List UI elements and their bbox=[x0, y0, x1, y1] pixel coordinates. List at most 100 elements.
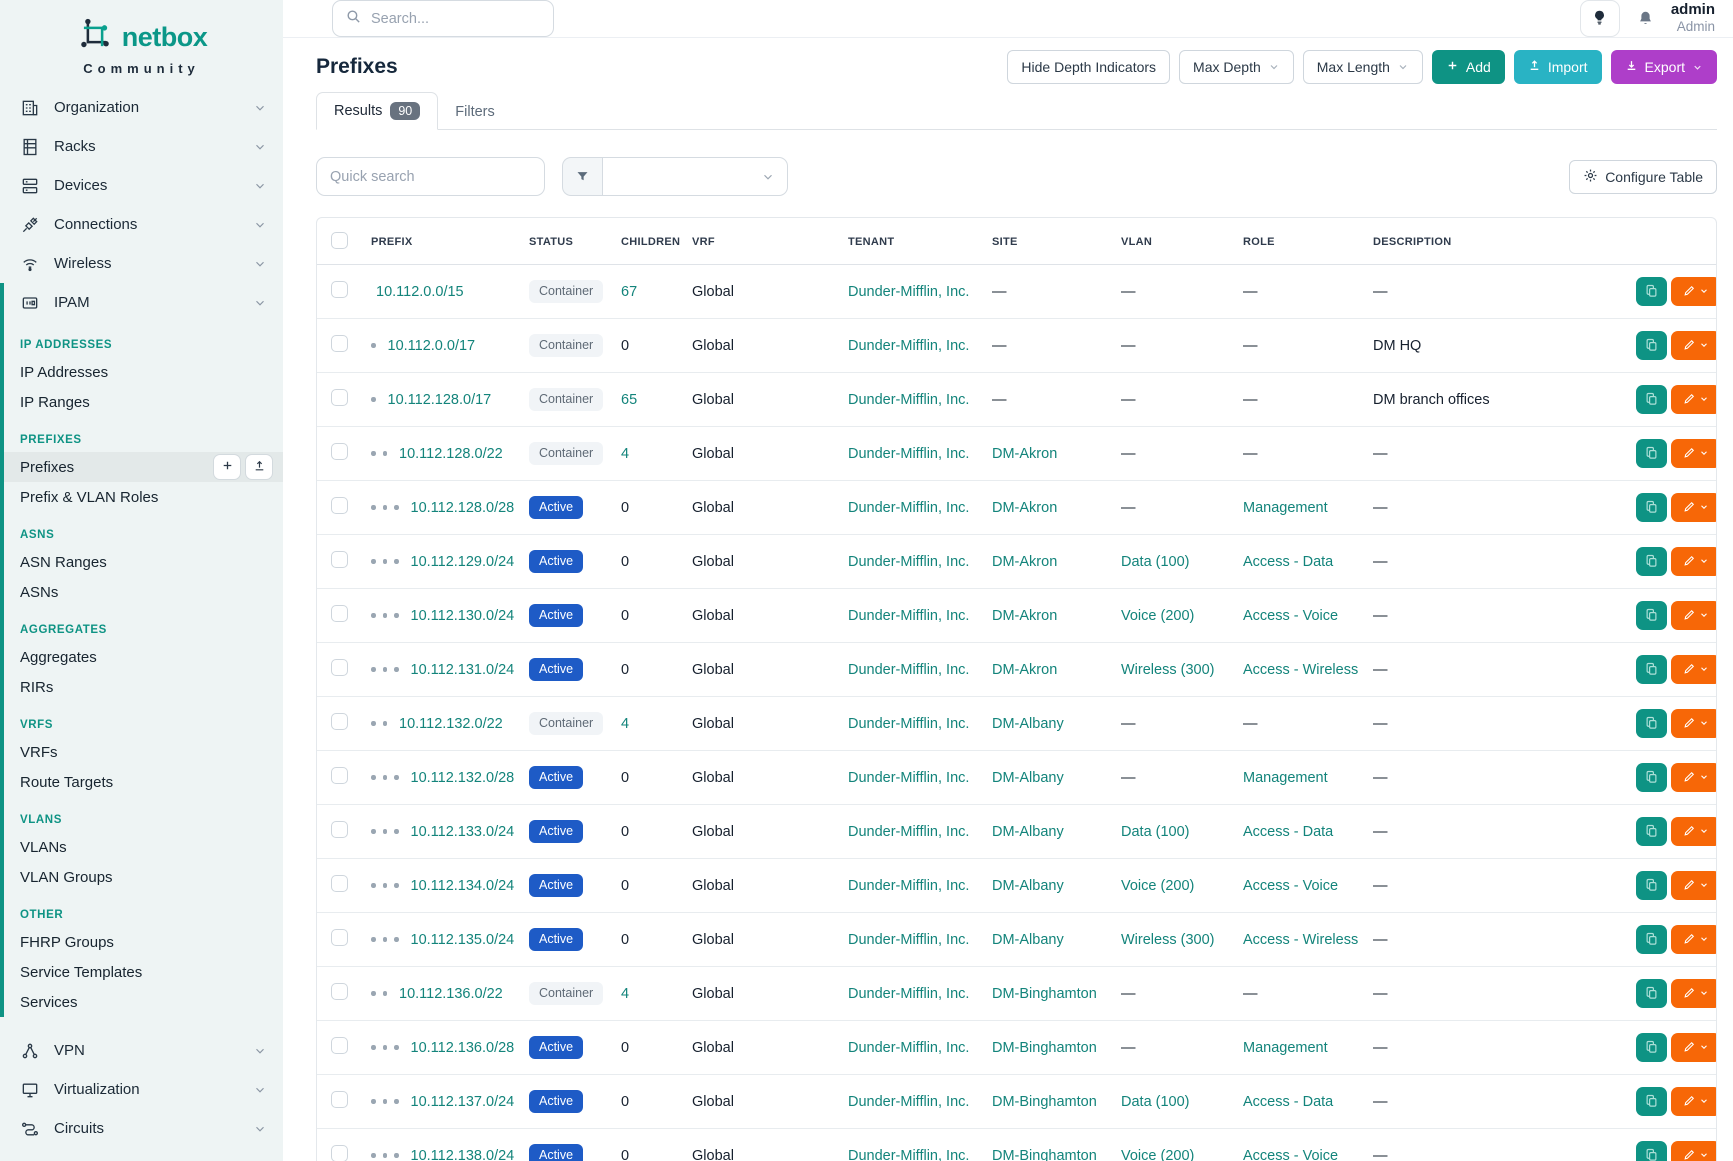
row-checkbox[interactable] bbox=[331, 821, 348, 838]
prefix-link[interactable]: 10.112.134.0/24 bbox=[411, 878, 515, 894]
prefix-link[interactable]: 10.112.128.0/17 bbox=[388, 392, 492, 408]
prefix-link[interactable]: 10.112.135.0/24 bbox=[411, 932, 515, 948]
prefix-link[interactable]: 10.112.132.0/22 bbox=[399, 716, 503, 732]
role-link[interactable]: Access - Voice bbox=[1243, 608, 1338, 624]
vlan-link[interactable]: Wireless (300) bbox=[1121, 932, 1214, 948]
sidebar-item-service-templates[interactable]: Service Templates bbox=[4, 957, 283, 987]
prefix-link[interactable]: 10.112.128.0/28 bbox=[411, 500, 515, 516]
user-menu[interactable]: admin Admin bbox=[1671, 1, 1715, 37]
sidebar-item-ipam[interactable]: IPAM bbox=[4, 283, 283, 322]
sidebar-item-vpn[interactable]: VPN bbox=[0, 1031, 283, 1070]
vlan-link[interactable]: Data (100) bbox=[1121, 824, 1190, 840]
clone-prefix-button[interactable] bbox=[1636, 1033, 1667, 1062]
sidebar-item-prefix-vlan-roles[interactable]: Prefix & VLAN Roles bbox=[4, 482, 283, 512]
edit-prefix-dropdown-button[interactable] bbox=[1671, 763, 1716, 792]
column-header-prefix[interactable]: PREFIX bbox=[361, 218, 519, 265]
site-link[interactable]: DM-Binghamton bbox=[992, 1094, 1097, 1110]
column-header-tenant[interactable]: TENANT bbox=[838, 218, 982, 265]
max-length-dropdown[interactable]: Max Length bbox=[1303, 50, 1423, 84]
row-checkbox[interactable] bbox=[331, 983, 348, 1000]
column-header-description[interactable]: DESCRIPTION bbox=[1363, 218, 1626, 265]
row-checkbox[interactable] bbox=[331, 767, 348, 784]
upload-button[interactable] bbox=[245, 454, 273, 480]
vlan-link[interactable]: Wireless (300) bbox=[1121, 662, 1214, 678]
global-search[interactable] bbox=[332, 0, 554, 37]
tenant-link[interactable]: Dunder-Mifflin, Inc. bbox=[848, 932, 969, 948]
sidebar-item-fhrp-groups[interactable]: FHRP Groups bbox=[4, 927, 283, 957]
vlan-link[interactable]: Voice (200) bbox=[1121, 878, 1194, 894]
sidebar-item-asn-ranges[interactable]: ASN Ranges bbox=[4, 547, 283, 577]
site-link[interactable]: DM-Akron bbox=[992, 446, 1057, 462]
prefix-link[interactable]: 10.112.133.0/24 bbox=[411, 824, 515, 840]
prefix-link[interactable]: 10.112.132.0/28 bbox=[411, 770, 515, 786]
sidebar-item-wireless[interactable]: Wireless bbox=[0, 244, 283, 283]
row-checkbox[interactable] bbox=[331, 929, 348, 946]
children-count-link[interactable]: 4 bbox=[621, 716, 629, 732]
sidebar-item-virtualization[interactable]: Virtualization bbox=[0, 1070, 283, 1109]
sidebar-item-ip-ranges[interactable]: IP Ranges bbox=[4, 387, 283, 417]
sidebar-item-racks[interactable]: Racks bbox=[0, 127, 283, 166]
filter-select-box[interactable] bbox=[602, 157, 788, 196]
site-link[interactable]: DM-Akron bbox=[992, 608, 1057, 624]
netbox-logo[interactable]: netbox Community bbox=[0, 0, 283, 88]
sidebar-item-route-targets[interactable]: Route Targets bbox=[4, 767, 283, 797]
tenant-link[interactable]: Dunder-Mifflin, Inc. bbox=[848, 608, 969, 624]
edit-prefix-dropdown-button[interactable] bbox=[1671, 817, 1716, 846]
sidebar-item-vlans[interactable]: VLANs bbox=[4, 832, 283, 862]
sidebar-item-services[interactable]: Services bbox=[4, 987, 283, 1017]
clone-prefix-button[interactable] bbox=[1636, 277, 1667, 306]
edit-prefix-dropdown-button[interactable] bbox=[1671, 1033, 1716, 1062]
column-header-vlan[interactable]: VLAN bbox=[1111, 218, 1233, 265]
clone-prefix-button[interactable] bbox=[1636, 1087, 1667, 1116]
clone-prefix-button[interactable] bbox=[1636, 871, 1667, 900]
clone-prefix-button[interactable] bbox=[1636, 439, 1667, 468]
edit-prefix-dropdown-button[interactable] bbox=[1671, 277, 1716, 306]
clone-prefix-button[interactable] bbox=[1636, 709, 1667, 738]
row-checkbox[interactable] bbox=[331, 875, 348, 892]
site-link[interactable]: DM-Binghamton bbox=[992, 986, 1097, 1002]
select-all-checkbox[interactable] bbox=[331, 232, 348, 249]
sidebar-item-aggregates[interactable]: Aggregates bbox=[4, 642, 283, 672]
site-link[interactable]: DM-Binghamton bbox=[992, 1148, 1097, 1161]
sidebar-item-prefixes[interactable]: Prefixes bbox=[4, 452, 283, 482]
tenant-link[interactable]: Dunder-Mifflin, Inc. bbox=[848, 338, 969, 354]
quick-search-input[interactable] bbox=[316, 157, 545, 196]
role-link[interactable]: Access - Voice bbox=[1243, 878, 1338, 894]
role-link[interactable]: Access - Wireless bbox=[1243, 932, 1358, 948]
notifications-bell-icon[interactable] bbox=[1636, 9, 1655, 28]
max-depth-dropdown[interactable]: Max Depth bbox=[1179, 50, 1294, 84]
tenant-link[interactable]: Dunder-Mifflin, Inc. bbox=[848, 1094, 969, 1110]
clone-prefix-button[interactable] bbox=[1636, 331, 1667, 360]
tenant-link[interactable]: Dunder-Mifflin, Inc. bbox=[848, 878, 969, 894]
role-link[interactable]: Management bbox=[1243, 770, 1328, 786]
role-link[interactable]: Access - Data bbox=[1243, 824, 1333, 840]
saved-filter-select[interactable] bbox=[562, 157, 788, 196]
tab-results[interactable]: Results 90 bbox=[316, 92, 438, 130]
tenant-link[interactable]: Dunder-Mifflin, Inc. bbox=[848, 986, 969, 1002]
column-header-vrf[interactable]: VRF bbox=[682, 218, 838, 265]
sidebar-item-organization[interactable]: Organization bbox=[0, 88, 283, 127]
prefix-link[interactable]: 10.112.130.0/24 bbox=[411, 608, 515, 624]
site-link[interactable]: DM-Akron bbox=[992, 500, 1057, 516]
row-checkbox[interactable] bbox=[331, 389, 348, 406]
tenant-link[interactable]: Dunder-Mifflin, Inc. bbox=[848, 716, 969, 732]
clone-prefix-button[interactable] bbox=[1636, 385, 1667, 414]
column-header-site[interactable]: SITE bbox=[982, 218, 1111, 265]
edit-prefix-dropdown-button[interactable] bbox=[1671, 979, 1716, 1008]
vlan-link[interactable]: Data (100) bbox=[1121, 1094, 1190, 1110]
row-checkbox[interactable] bbox=[331, 1145, 348, 1161]
clone-prefix-button[interactable] bbox=[1636, 1141, 1667, 1161]
children-count-link[interactable]: 4 bbox=[621, 986, 629, 1002]
clone-prefix-button[interactable] bbox=[1636, 655, 1667, 684]
children-count-link[interactable]: 4 bbox=[621, 446, 629, 462]
prefix-link[interactable]: 10.112.0.0/15 bbox=[376, 284, 464, 300]
sidebar-item-devices[interactable]: Devices bbox=[0, 166, 283, 205]
site-link[interactable]: DM-Albany bbox=[992, 824, 1064, 840]
edit-prefix-dropdown-button[interactable] bbox=[1671, 547, 1716, 576]
site-link[interactable]: DM-Albany bbox=[992, 878, 1064, 894]
row-checkbox[interactable] bbox=[331, 497, 348, 514]
role-link[interactable]: Access - Data bbox=[1243, 554, 1333, 570]
sidebar-item-vlan-groups[interactable]: VLAN Groups bbox=[4, 862, 283, 892]
edit-prefix-dropdown-button[interactable] bbox=[1671, 493, 1716, 522]
vlan-link[interactable]: Data (100) bbox=[1121, 554, 1190, 570]
